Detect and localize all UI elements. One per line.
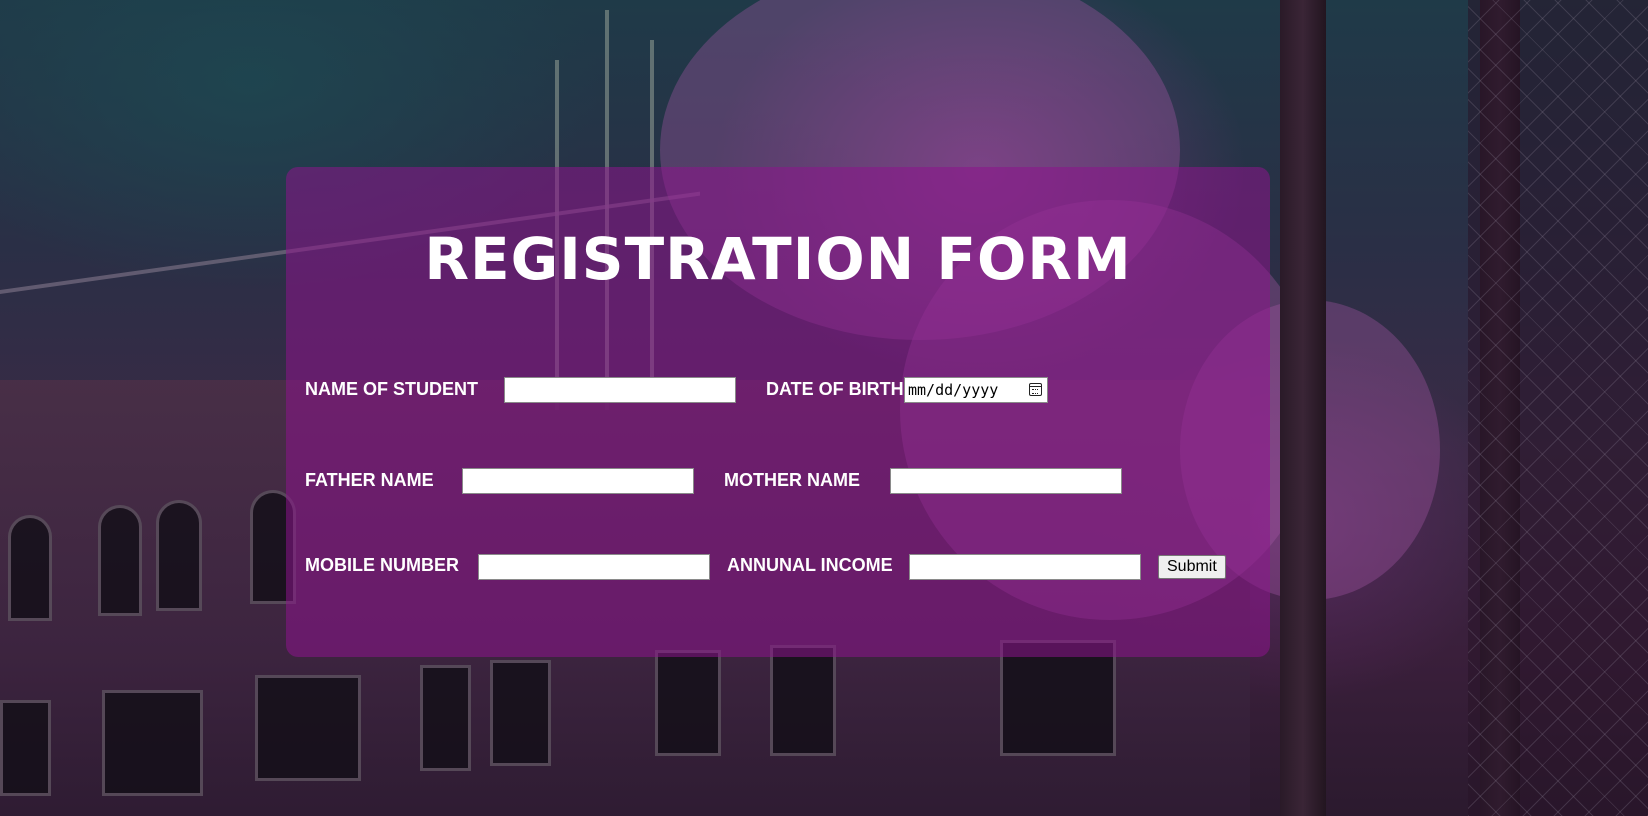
annual-income-input[interactable]	[909, 554, 1141, 580]
mobile-number-label: MOBILE NUMBER	[305, 555, 459, 575]
mother-name-input[interactable]	[890, 468, 1122, 494]
building-window	[98, 505, 142, 616]
father-name-input[interactable]	[462, 468, 694, 494]
submit-button[interactable]: Submit	[1158, 555, 1226, 579]
chain-link-fence	[1468, 0, 1648, 816]
father-name-label: FATHER NAME	[305, 470, 434, 490]
building-window	[156, 500, 202, 611]
building-window	[655, 650, 721, 756]
dob-label: DATE OF BIRTH	[766, 379, 904, 399]
building-window	[0, 700, 51, 796]
calendar-icon[interactable]	[1029, 383, 1042, 396]
building-window	[420, 665, 471, 771]
registration-form-panel: REGISTRATION FORM NAME OF STUDENT DATE O…	[286, 167, 1270, 657]
building-window	[255, 675, 361, 781]
student-name-input[interactable]	[504, 377, 736, 403]
mother-name-label: MOTHER NAME	[724, 470, 860, 490]
building-window	[102, 690, 203, 796]
building-window	[8, 515, 52, 621]
annual-income-label: ANNUNAL INCOME	[727, 555, 893, 575]
tree-trunk	[1280, 0, 1326, 816]
dob-placeholder: mm/dd/yyyy	[908, 381, 999, 399]
building-window	[770, 645, 836, 756]
building-window	[1000, 640, 1116, 756]
dob-input[interactable]: mm/dd/yyyy	[904, 377, 1048, 403]
form-title: REGISTRATION FORM	[424, 225, 1132, 293]
building-window	[490, 660, 551, 766]
student-name-label: NAME OF STUDENT	[305, 379, 478, 399]
mobile-number-input[interactable]	[478, 554, 710, 580]
